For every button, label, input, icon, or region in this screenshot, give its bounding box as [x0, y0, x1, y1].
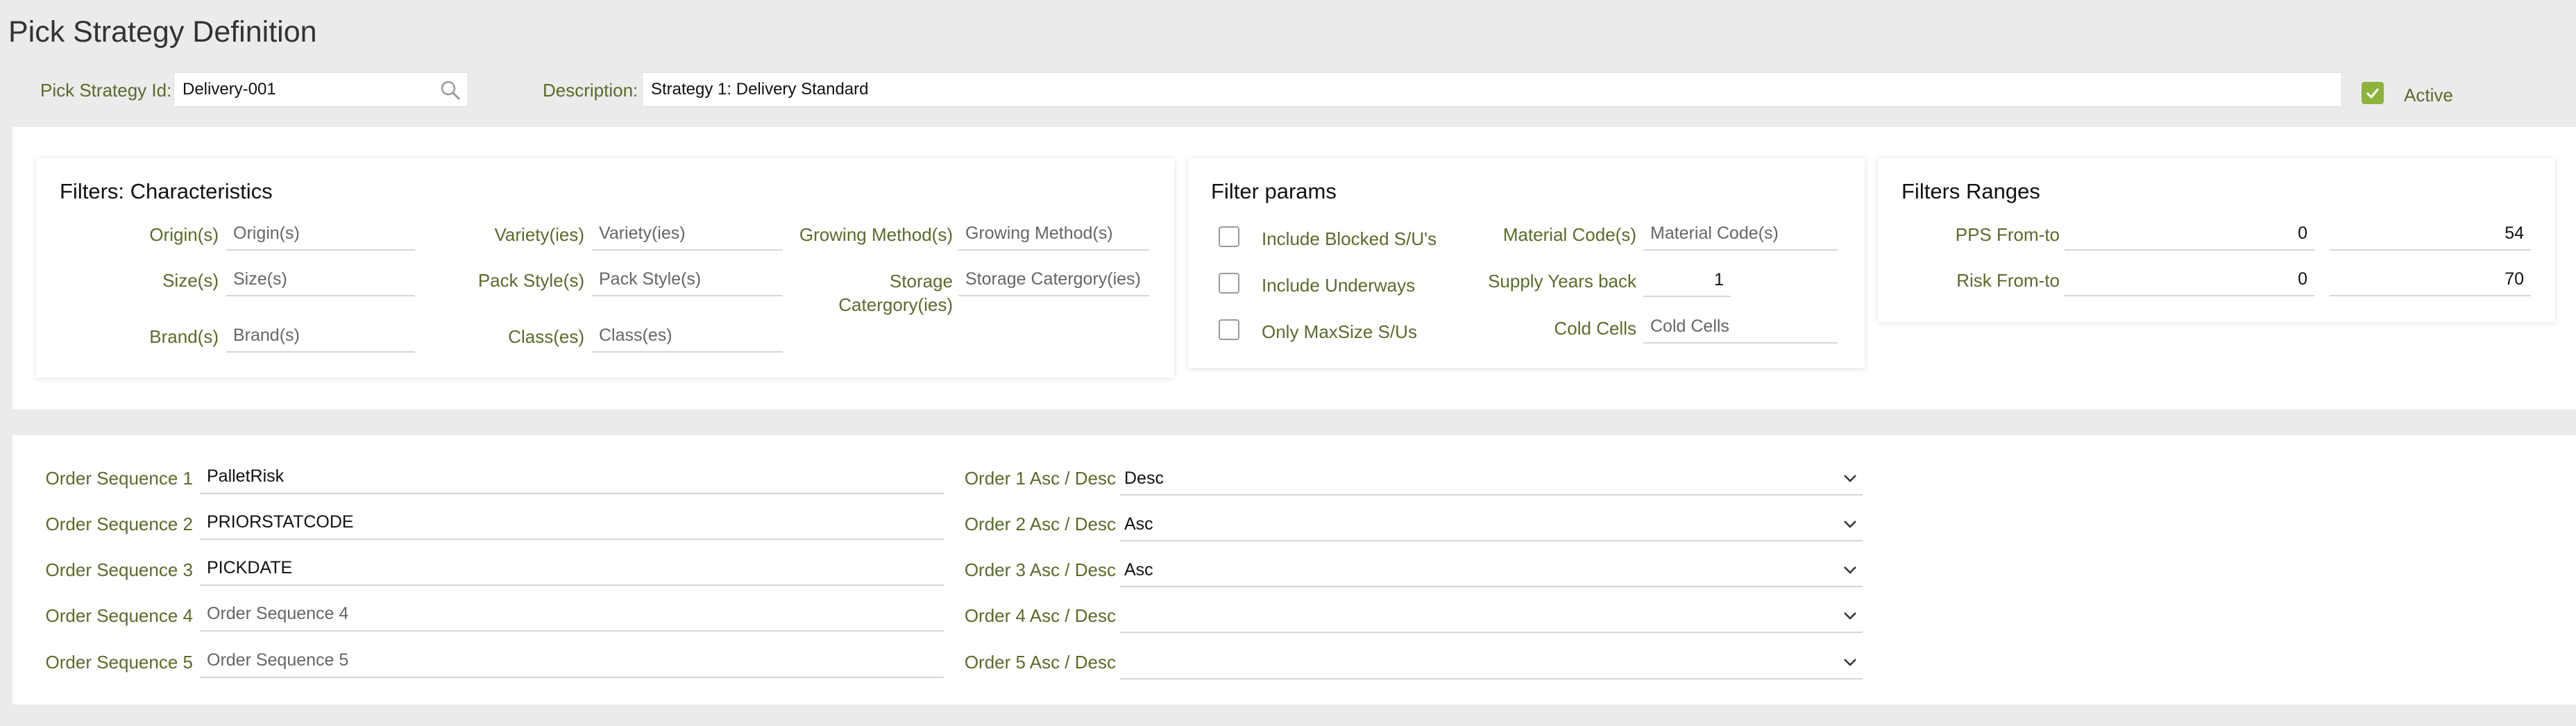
pack-style-input[interactable]: Pack Style(s)	[592, 263, 783, 296]
growing-method-label: Growing Method(s)	[799, 224, 953, 245]
include-blocked-checkbox[interactable]	[1219, 226, 1239, 247]
include-underways-checkbox[interactable]	[1219, 273, 1239, 294]
order-5-direction-select[interactable]	[1120, 646, 1863, 679]
order-sequence-1-label: Order Sequence 1	[45, 468, 193, 489]
material-code-label: Material Code(s)	[1502, 224, 1636, 245]
brand-label: Brand(s)	[149, 326, 219, 347]
storage-category-label-line2: Catergory(ies)	[838, 294, 953, 315]
filter-ranges-title: Filters Ranges	[1901, 179, 2040, 203]
order-2-direction-value: Asc	[1124, 514, 1153, 534]
pps-from-input[interactable]: 0	[2065, 217, 2314, 251]
order-2-direction-label: Order 2 Asc / Desc	[964, 514, 1116, 534]
supply-years-label: Supply Years back	[1488, 271, 1636, 292]
filter-params-title: Filter params	[1211, 179, 1337, 203]
strategy-id-input[interactable]: Delivery-001	[173, 72, 468, 107]
order-5-direction-label: Order 5 Asc / Desc	[964, 652, 1116, 673]
order-sequence-5-input[interactable]: Order Sequence 5	[200, 643, 944, 678]
origin-input[interactable]: Origin(s)	[226, 217, 415, 251]
class-label: Class(es)	[508, 326, 584, 347]
order-sequence-4-label: Order Sequence 4	[45, 605, 193, 626]
order-sequence-1-input[interactable]: PalletRisk	[200, 459, 944, 494]
origin-label: Origin(s)	[149, 224, 219, 245]
size-input[interactable]: Size(s)	[226, 263, 415, 296]
chevron-down-icon[interactable]	[1842, 516, 1858, 532]
pps-to-input[interactable]: 54	[2330, 217, 2531, 251]
risk-from-input[interactable]: 0	[2065, 263, 2314, 296]
order-4-direction-label: Order 4 Asc / Desc	[964, 605, 1116, 626]
material-code-input[interactable]: Material Code(s)	[1643, 217, 1838, 251]
variety-label: Variety(ies)	[494, 224, 584, 245]
cold-cells-input[interactable]: Cold Cells	[1643, 310, 1838, 344]
order-3-direction-value: Asc	[1124, 559, 1153, 580]
order-3-direction-label: Order 3 Asc / Desc	[964, 559, 1116, 580]
only-maxsize-label: Only MaxSize S/Us	[1262, 321, 1417, 342]
description-input[interactable]: Strategy 1: Delivery Standard	[642, 72, 2342, 107]
order-sequence-2-input[interactable]: PRIORSTATCODE	[200, 505, 944, 540]
pack-style-label: Pack Style(s)	[477, 270, 584, 291]
order-1-direction-value: Desc	[1124, 468, 1164, 488]
active-label: Active	[2404, 85, 2453, 105]
chevron-down-icon[interactable]	[1842, 562, 1858, 578]
supply-years-input[interactable]: 1	[1643, 264, 1731, 297]
pps-range-label: PPS From-to	[1955, 224, 2060, 245]
order-sequence-4-input[interactable]: Order Sequence 4	[200, 597, 944, 632]
order-1-direction-select[interactable]: Desc	[1120, 462, 1863, 496]
checkmark-icon	[2366, 88, 2380, 99]
cold-cells-label: Cold Cells	[1554, 318, 1637, 339]
order-4-direction-select[interactable]	[1120, 600, 1863, 633]
order-sequence-2-label: Order Sequence 2	[45, 514, 193, 534]
strategy-id-label: Pick Strategy Id:	[40, 80, 172, 101]
include-blocked-label: Include Blocked S/U's	[1262, 228, 1437, 249]
chevron-down-icon[interactable]	[1842, 654, 1858, 670]
order-2-direction-select[interactable]: Asc	[1120, 508, 1863, 541]
growing-method-input[interactable]: Growing Method(s)	[958, 217, 1149, 251]
class-input[interactable]: Class(es)	[592, 319, 783, 353]
size-label: Size(s)	[162, 270, 219, 291]
only-maxsize-checkbox[interactable]	[1219, 319, 1239, 340]
page-title: Pick Strategy Definition	[8, 15, 317, 49]
order-3-direction-select[interactable]: Asc	[1120, 554, 1863, 587]
risk-to-input[interactable]: 70	[2330, 263, 2531, 296]
order-sequence-5-label: Order Sequence 5	[45, 652, 193, 673]
risk-range-label: Risk From-to	[1956, 270, 2060, 291]
variety-input[interactable]: Variety(ies)	[592, 217, 783, 251]
search-icon[interactable]	[440, 80, 461, 105]
storage-category-input[interactable]: Storage Catergory(ies)	[958, 263, 1149, 296]
strategy-id-value: Delivery-001	[183, 80, 276, 99]
brand-input[interactable]: Brand(s)	[226, 319, 415, 353]
storage-category-label-line1: Storage	[889, 271, 953, 292]
chevron-down-icon[interactable]	[1842, 607, 1858, 624]
order-sequence-3-input[interactable]: PICKDATE	[200, 551, 944, 586]
description-label: Description:	[543, 80, 638, 101]
order-sequence-3-label: Order Sequence 3	[45, 559, 193, 580]
chevron-down-icon[interactable]	[1842, 470, 1858, 487]
description-value: Strategy 1: Delivery Standard	[651, 80, 869, 99]
active-checkbox[interactable]	[2362, 82, 2384, 104]
include-underways-label: Include Underways	[1262, 275, 1416, 296]
order-1-direction-label: Order 1 Asc / Desc	[964, 468, 1116, 489]
characteristics-title: Filters: Characteristics	[60, 179, 273, 203]
